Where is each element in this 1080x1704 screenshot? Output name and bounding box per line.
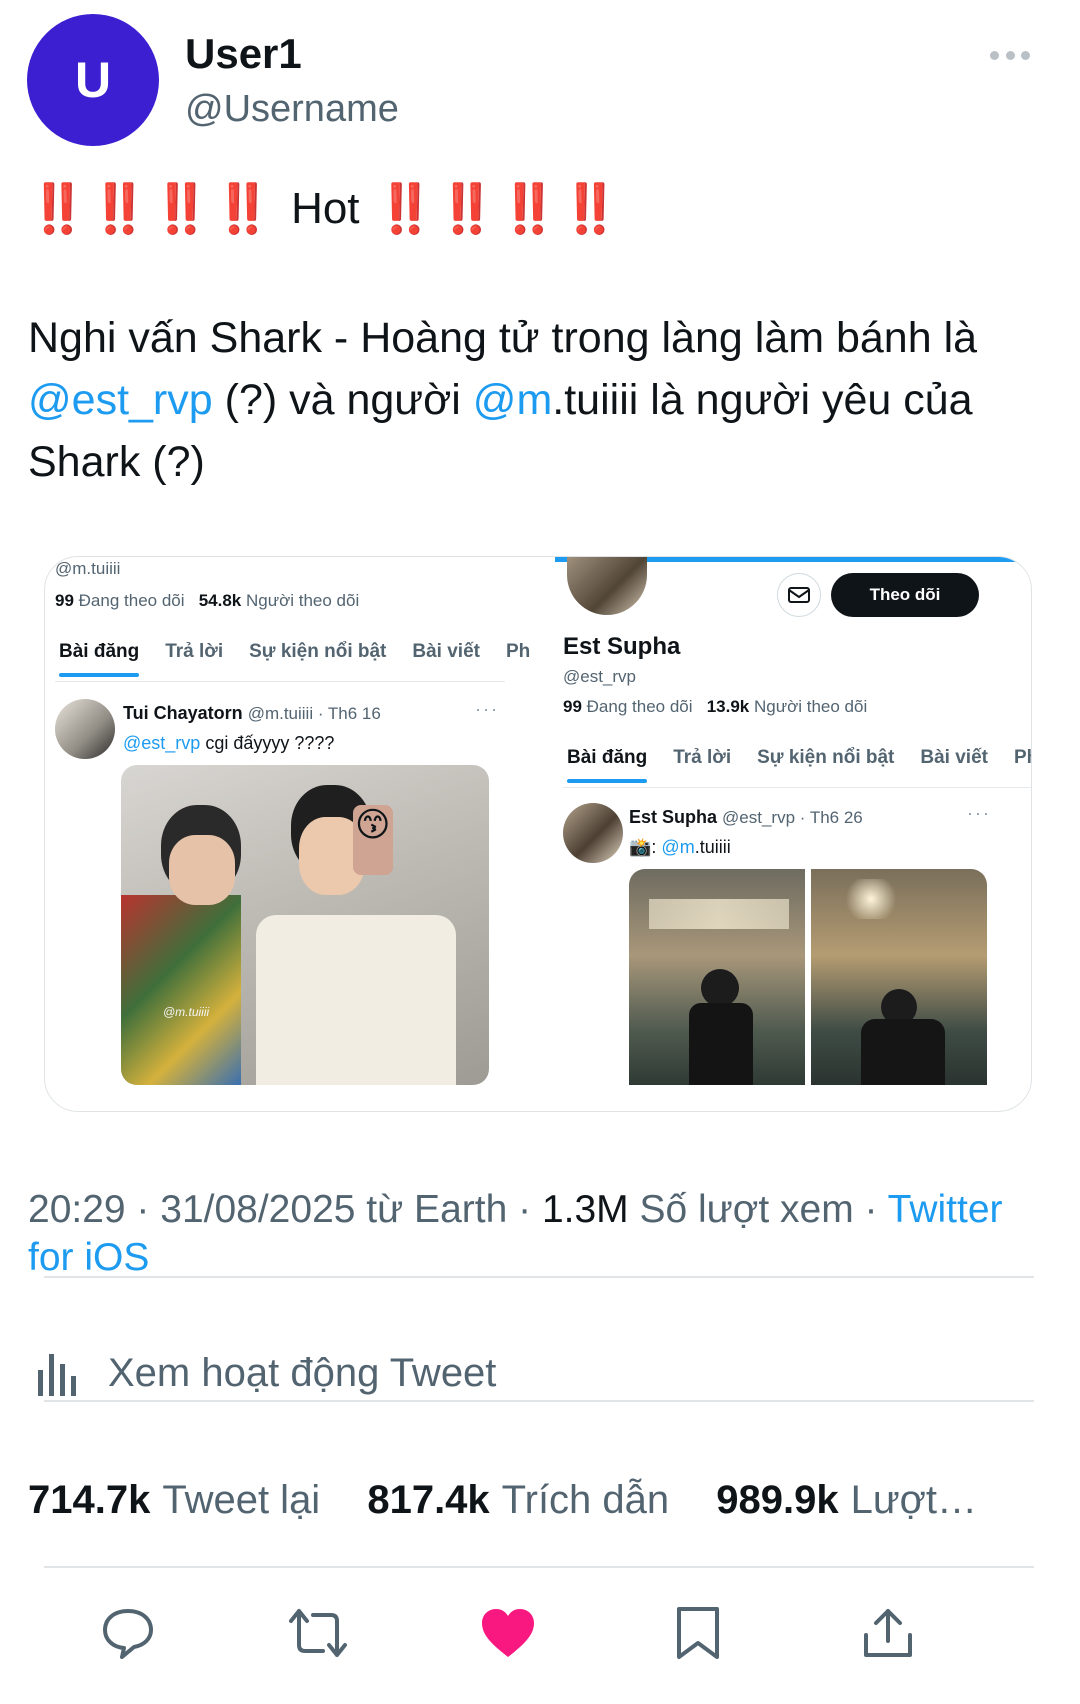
reply-button[interactable] <box>93 1598 163 1668</box>
left-post-body: cgi đấyyyy ???? <box>200 733 335 753</box>
tab-su-kien: Sự kiện nổi bật <box>249 641 387 662</box>
tab-ph: Ph <box>1013 747 1031 768</box>
likes-stat[interactable]: 989.9k Lượt… <box>716 1478 977 1522</box>
bookmark-button[interactable] <box>663 1598 733 1668</box>
left-top-handle: @m.tuiiii <box>55 559 121 578</box>
right-profile-handle: @est_rvp <box>563 667 637 686</box>
right-tabs: Bài đăng Trả lời Sự kiện nổi bật Bài viế… <box>567 747 1031 783</box>
double-exclamation-emoji-left: ‼️‼️‼️‼️ <box>28 183 276 236</box>
divider <box>44 1276 1034 1278</box>
share-button[interactable] <box>853 1598 923 1668</box>
retweets-stat[interactable]: 714.7k Tweet lại <box>28 1478 320 1522</box>
tab-ph: Ph <box>505 641 531 662</box>
right-post-prefix: 📸: <box>629 837 662 857</box>
left-tabs: Bài đăng Trả lời Sự kiện nổi bật Bài viế… <box>59 641 531 677</box>
right-followers-count: 13.9k <box>706 697 750 716</box>
author-avatar[interactable]: U <box>27 14 159 146</box>
photo-watermark: @m.tuiiii <box>163 1005 210 1019</box>
right-profile-screenshot: Theo dõi Est Supha @est_rvp 99 Đang theo… <box>555 557 1031 1111</box>
quotes-count: 817.4k <box>367 1478 490 1522</box>
quotes-label: Trích dẫn <box>501 1478 670 1522</box>
right-post-avatar <box>563 803 623 863</box>
activity-label: Xem hoạt động Tweet <box>108 1350 497 1395</box>
tab-bai-dang: Bài đăng <box>59 641 140 677</box>
right-profile-avatar <box>567 557 647 615</box>
divider <box>44 1400 1034 1402</box>
right-post-suffix: .tuiiii <box>694 837 731 857</box>
retweets-count: 714.7k <box>28 1478 151 1522</box>
share-icon <box>864 1609 912 1657</box>
bookmark-icon <box>677 1607 719 1659</box>
tab-bai-viet: Bài viết <box>920 747 988 768</box>
right-post-text: 📸: @m.tuiiii <box>629 837 731 858</box>
left-post-name: Tui Chayatorn <box>123 703 243 723</box>
left-followers-label: Người theo dõi <box>245 591 360 610</box>
hot-word: Hot <box>291 183 360 233</box>
reply-icon <box>103 1609 153 1659</box>
views-label: Số lượt xem · <box>628 1188 888 1231</box>
right-following-count: 99 <box>563 697 582 716</box>
tab-tra-loi: Trả lời <box>673 747 732 768</box>
tab-su-kien: Sự kiện nổi bật <box>757 747 895 768</box>
likes-count: 989.9k <box>716 1478 839 1522</box>
left-post-meta: @m.tuiiii · Th6 16 <box>247 704 381 723</box>
author-handle[interactable]: @Username <box>185 88 399 131</box>
mention-est-rvp[interactable]: @est_rvp <box>28 376 213 424</box>
left-post-header: Tui Chayatorn @m.tuiiii · Th6 16 <box>123 703 381 724</box>
engagement-stats: 714.7k Tweet lại 817.4k Trích dẫn 989.9k Lư… <box>28 1478 1058 1523</box>
right-following-label: Đang theo dõi <box>586 697 693 716</box>
message-icon <box>777 573 821 617</box>
follow-button: Theo dõi <box>831 573 979 617</box>
left-following-count: 99 <box>55 591 74 610</box>
right-post-mention: @m <box>661 837 695 857</box>
quotes-stat[interactable]: 817.4k Trích dẫn <box>367 1478 669 1522</box>
tab-bai-dang: Bài đăng <box>567 747 648 783</box>
views-count: 1.3M <box>541 1188 629 1231</box>
like-button[interactable] <box>473 1598 543 1668</box>
right-post-meta: @est_rvp · Th6 26 <box>722 808 863 827</box>
right-post-header: Est Supha @est_rvp · Th6 26 <box>629 807 863 828</box>
double-exclamation-emoji-right: ‼️‼️‼️‼️ <box>375 183 623 236</box>
right-profile-name: Est Supha <box>563 633 681 660</box>
heart-icon <box>482 1609 534 1657</box>
left-profile-screenshot: @m.tuiiii 99 Đang theo dõi 54.8k Người t… <box>45 557 555 1111</box>
right-post-more-icon: ··· <box>967 803 991 823</box>
left-post-avatar <box>55 699 115 759</box>
hot-line: ‼️‼️‼️‼️ Hot ‼️‼️‼️‼️ <box>28 180 623 237</box>
left-post-more-icon: ··· <box>475 699 499 719</box>
left-follow-stats: 99 Đang theo dõi 54.8k Người theo dõi <box>55 591 359 611</box>
avatar-letter: U <box>74 52 112 108</box>
left-post-text: @est_rvp cgi đấyyyy ???? <box>123 733 334 754</box>
right-follow-stats: 99 Đang theo dõi 13.9k Người theo dõi <box>563 697 867 717</box>
tweet-text-part: Nghi vấn Shark - Hoàng tử trong làng làm… <box>28 314 978 362</box>
tweet-activity-button[interactable]: Xem hoạt động Tweet <box>34 1348 496 1398</box>
right-post-photo-2 <box>811 869 987 1085</box>
right-post-name: Est Supha <box>629 807 718 827</box>
embedded-image[interactable]: @m.tuiiii 99 Đang theo dõi 54.8k Người t… <box>44 556 1032 1112</box>
retweets-label: Tweet lại <box>162 1478 321 1522</box>
analytics-icon <box>38 1354 76 1396</box>
left-post-photo: 😙 @m.tuiiii <box>121 765 489 1085</box>
divider <box>44 1566 1034 1568</box>
tab-bai-viet: Bài viết <box>412 641 480 662</box>
tweet-text: Nghi vấn Shark - Hoàng tử trong làng làm… <box>28 307 1068 493</box>
retweet-button[interactable] <box>283 1598 353 1668</box>
left-followers-count: 54.8k <box>198 591 242 610</box>
tweet-meta: 20:29 · 31/08/2025 từ Earth · 1.3M Số lư… <box>28 1186 1058 1282</box>
tweet-time: 20:29 · 31/08/2025 từ Earth · <box>28 1188 542 1231</box>
tweet-text-part: (?) và người <box>212 376 473 424</box>
author-display-name[interactable]: User1 <box>185 30 302 78</box>
mention-m[interactable]: @m <box>473 376 552 424</box>
more-options-icon[interactable] <box>990 48 1030 62</box>
retweet-icon <box>289 1609 347 1657</box>
left-post-mention: @est_rvp <box>123 733 201 753</box>
right-post-photo-1 <box>629 869 805 1085</box>
likes-label: Lượt… <box>850 1478 977 1522</box>
left-following-label: Đang theo dõi <box>78 591 185 610</box>
tab-tra-loi: Trả lời <box>165 641 224 662</box>
kiss-face-emoji: 😙 <box>355 806 391 844</box>
right-followers-label: Người theo dõi <box>753 697 868 716</box>
